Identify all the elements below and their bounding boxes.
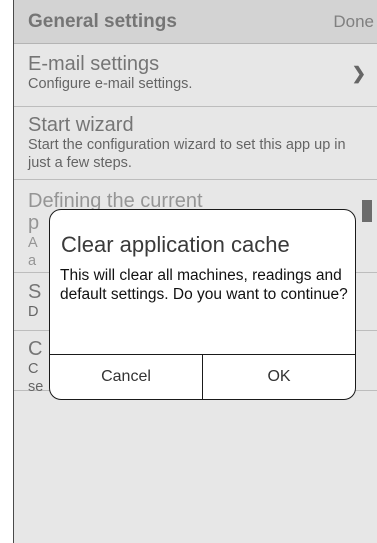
ok-button[interactable]: OK (202, 355, 355, 399)
dialog-message: This will clear all machines, readings a… (60, 267, 348, 303)
clear-cache-dialog: Clear application cache This will clear … (49, 209, 356, 400)
dialog-title: Clear application cache (61, 232, 290, 257)
dialog-button-bar: Cancel OK (50, 354, 355, 399)
cancel-button[interactable]: Cancel (50, 355, 202, 399)
